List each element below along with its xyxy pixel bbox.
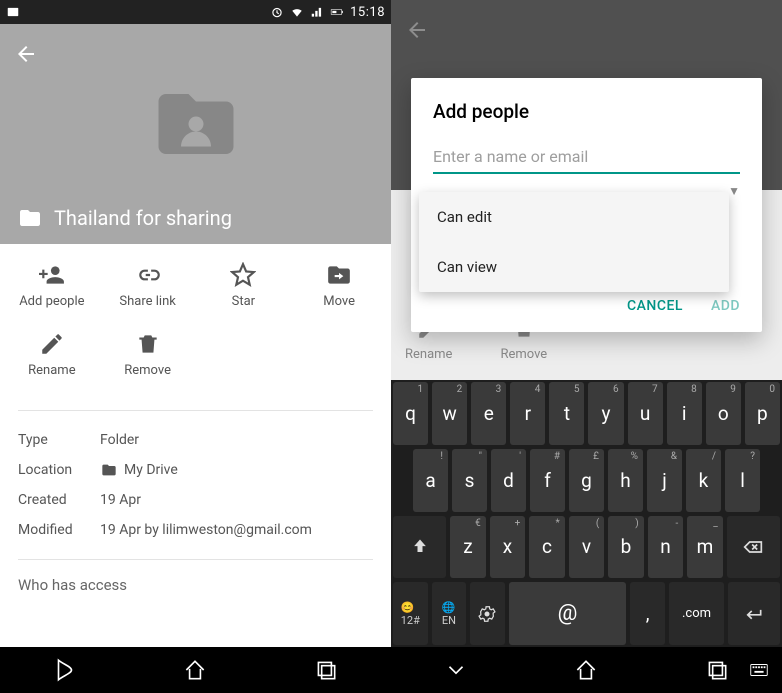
share-link-action[interactable]: Share link bbox=[100, 262, 196, 309]
key-u[interactable]: u7 bbox=[628, 382, 663, 445]
nav-home[interactable] bbox=[573, 657, 599, 683]
key-r[interactable]: r4 bbox=[510, 382, 545, 445]
folder-header: Thailand for sharing bbox=[0, 24, 391, 244]
alarm-icon bbox=[270, 5, 284, 19]
folder-hero-icon bbox=[141, 79, 251, 169]
type-value: Folder bbox=[100, 432, 139, 448]
wifi-icon bbox=[290, 5, 304, 19]
action-label: Rename bbox=[28, 363, 75, 378]
key-i[interactable]: i8 bbox=[667, 382, 702, 445]
action-row: Add people Share link Star Move Rename R… bbox=[0, 244, 391, 410]
key-j[interactable]: j& bbox=[647, 449, 682, 512]
location-value[interactable]: My Drive bbox=[100, 462, 178, 478]
key-p[interactable]: p0 bbox=[745, 382, 780, 445]
clock: 15:18 bbox=[350, 5, 385, 20]
created-label: Created bbox=[18, 492, 100, 508]
action-label: Remove bbox=[124, 363, 171, 378]
star-icon bbox=[230, 262, 256, 288]
battery-icon bbox=[330, 5, 344, 19]
signal-icon bbox=[310, 5, 324, 19]
metadata: TypeFolder LocationMy Drive Created19 Ap… bbox=[0, 411, 391, 559]
back-button[interactable] bbox=[14, 42, 38, 66]
back-button-dimmed bbox=[405, 18, 429, 42]
phone-left: 15:18 Thailand for sharing Add people Sh… bbox=[0, 0, 391, 693]
key-y[interactable]: y6 bbox=[588, 382, 623, 445]
who-has-access[interactable]: Who has access bbox=[0, 560, 391, 610]
add-button[interactable]: ADD bbox=[711, 298, 740, 314]
key-n[interactable]: n- bbox=[648, 516, 684, 579]
action-label: Star bbox=[232, 294, 255, 309]
name-email-input[interactable] bbox=[433, 143, 740, 174]
key-e[interactable]: e3 bbox=[471, 382, 506, 445]
rename-action[interactable]: Rename bbox=[4, 331, 100, 378]
key-w[interactable]: w2 bbox=[432, 382, 467, 445]
key-c[interactable]: c* bbox=[529, 516, 565, 579]
action-label: Move bbox=[323, 294, 355, 309]
location-label: Location bbox=[18, 462, 100, 478]
created-value: 19 Apr bbox=[100, 492, 141, 508]
key-settings[interactable] bbox=[470, 582, 505, 645]
key-m[interactable]: m_ bbox=[687, 516, 723, 579]
key-backspace[interactable] bbox=[727, 516, 780, 579]
remove-action[interactable]: Remove bbox=[100, 331, 196, 378]
nav-home[interactable] bbox=[182, 657, 208, 683]
key-t[interactable]: t5 bbox=[549, 382, 584, 445]
key-q[interactable]: q1 bbox=[393, 382, 428, 445]
key-d[interactable]: d' bbox=[491, 449, 526, 512]
nav-recent[interactable] bbox=[313, 657, 339, 683]
nav-back[interactable] bbox=[52, 657, 78, 683]
key-a[interactable]: a! bbox=[413, 449, 448, 512]
folder-icon bbox=[100, 462, 118, 478]
shared-folder-icon bbox=[18, 206, 42, 230]
soft-keyboard: q1w2e3r4t5y6u7i8o9p0 a!s"d'f#g£h%j&k/l? … bbox=[391, 380, 782, 647]
key-lang[interactable]: 🌐EN bbox=[432, 582, 467, 645]
key-v[interactable]: v( bbox=[569, 516, 605, 579]
key-o[interactable]: o9 bbox=[706, 382, 741, 445]
modified-label: Modified bbox=[18, 522, 100, 538]
dialog-title: Add people bbox=[433, 100, 740, 123]
key-at[interactable]: @ bbox=[509, 582, 627, 645]
phone-right: 15:18 Rename Remove Add people ▼ CANCEL … bbox=[391, 0, 782, 693]
action-label: Add people bbox=[19, 294, 84, 309]
key-symbols[interactable]: 😊12# bbox=[393, 582, 428, 645]
star-action[interactable]: Star bbox=[196, 262, 292, 309]
key-g[interactable]: g£ bbox=[569, 449, 604, 512]
add-people-action[interactable]: Add people bbox=[4, 262, 100, 309]
key-z[interactable]: z€ bbox=[450, 516, 486, 579]
nav-bar bbox=[391, 647, 782, 693]
key-comma[interactable]: , bbox=[630, 582, 665, 645]
link-icon bbox=[135, 262, 161, 288]
type-label: Type bbox=[18, 432, 100, 448]
nav-bar bbox=[0, 647, 391, 693]
folder-title: Thailand for sharing bbox=[54, 206, 232, 230]
modified-value: 19 Apr by lilimweston@gmail.com bbox=[100, 522, 312, 538]
cancel-button[interactable]: CANCEL bbox=[627, 298, 683, 314]
key-enter[interactable] bbox=[728, 582, 780, 645]
key-k[interactable]: k/ bbox=[686, 449, 721, 512]
add-person-icon bbox=[39, 262, 65, 288]
nav-recent[interactable] bbox=[704, 657, 730, 683]
status-bar: 15:18 bbox=[0, 0, 391, 24]
can-view-option[interactable]: Can view bbox=[419, 242, 729, 292]
action-label: Share link bbox=[119, 294, 175, 309]
key-x[interactable]: x+ bbox=[490, 516, 526, 579]
permission-dropdown: Can edit Can view bbox=[419, 192, 729, 292]
nav-down[interactable] bbox=[443, 657, 469, 683]
move-action[interactable]: Move bbox=[291, 262, 387, 309]
trash-icon bbox=[135, 331, 161, 357]
key-b[interactable]: b) bbox=[608, 516, 644, 579]
keyboard-toggle-icon[interactable] bbox=[748, 659, 770, 681]
key-l[interactable]: l? bbox=[725, 449, 760, 512]
key-f[interactable]: f# bbox=[530, 449, 565, 512]
key-dotcom[interactable]: .com bbox=[669, 582, 724, 645]
can-edit-option[interactable]: Can edit bbox=[419, 192, 729, 242]
pencil-icon bbox=[39, 331, 65, 357]
move-icon bbox=[326, 262, 352, 288]
key-h[interactable]: h% bbox=[608, 449, 643, 512]
key-s[interactable]: s" bbox=[452, 449, 487, 512]
key-shift[interactable] bbox=[393, 516, 446, 579]
notification-icon bbox=[6, 5, 20, 19]
